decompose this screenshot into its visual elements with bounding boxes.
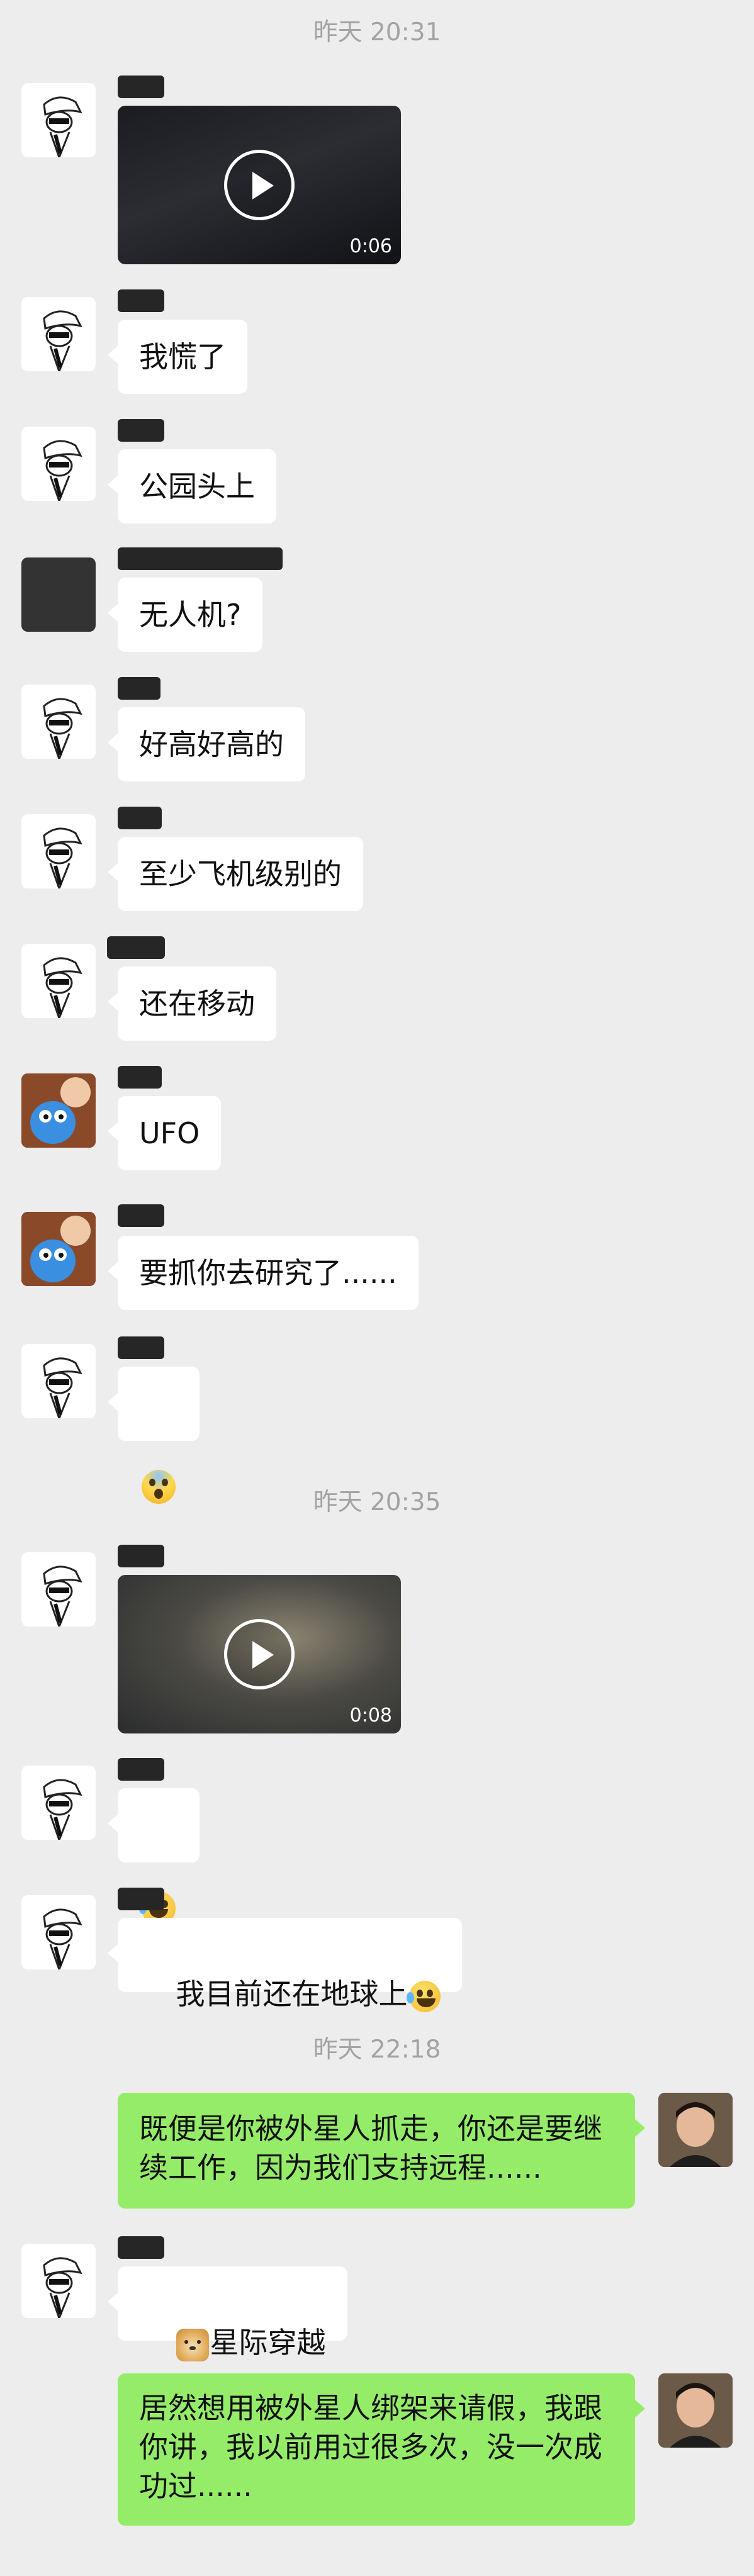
avatar[interactable] <box>21 2244 96 2318</box>
message-bubble[interactable]: 公园头上 <box>108 449 276 524</box>
message-bubble[interactable]: 要抓你去研究了...... <box>108 1236 419 1310</box>
avatar[interactable] <box>21 944 96 1018</box>
sender-name-redacted <box>118 1758 164 1781</box>
message-row: 居然想用被外星人绑架来请假，我跟你讲，我以前用过很多次，没一次成功过...... <box>0 2373 754 2531</box>
message-text: 我目前还在地球上 <box>176 1977 408 2011</box>
avatar[interactable] <box>21 1766 96 1840</box>
message-row: UFO <box>0 1066 754 1173</box>
blue-creature-avatar-icon <box>21 1212 96 1286</box>
sketch-avatar-icon <box>43 957 82 1018</box>
sender-name-redacted <box>118 76 164 98</box>
message-row: 我慌了 <box>0 289 754 396</box>
sender-name-redacted <box>118 547 283 570</box>
avatar[interactable] <box>21 1073 96 1148</box>
avatar[interactable] <box>21 685 96 759</box>
sender-name-redacted <box>118 807 162 829</box>
sketch-avatar-icon <box>43 698 82 759</box>
sketch-avatar-icon <box>43 310 82 371</box>
play-icon[interactable] <box>224 150 295 220</box>
avatar[interactable] <box>21 814 96 888</box>
message-row: 0:08 <box>0 1545 754 1740</box>
message-bubble[interactable] <box>108 1788 200 1925</box>
message-row: 还在移动 <box>0 936 754 1043</box>
sender-name-redacted <box>118 289 164 312</box>
video-duration: 0:06 <box>349 235 392 257</box>
message-bubble[interactable]: 既便是你被外星人抓走，你还是要继续工作，因为我们支持远程...... <box>118 2093 645 2209</box>
message-row: 无人机? <box>0 547 754 654</box>
sender-name-redacted <box>118 1888 164 1910</box>
sender-name-redacted <box>118 1336 164 1359</box>
timestamp: 昨天 22:18 <box>313 2036 441 2064</box>
message-bubble[interactable]: 我慌了 <box>108 320 247 394</box>
sketch-avatar-icon <box>43 827 82 888</box>
message-row <box>0 1758 754 1925</box>
avatar[interactable] <box>21 557 96 632</box>
avatar[interactable] <box>658 2373 733 2448</box>
avatar[interactable] <box>21 427 96 501</box>
avatar[interactable] <box>658 2093 733 2167</box>
rolling-laughing-face-icon <box>406 1980 441 2012</box>
sketch-avatar-icon <box>43 440 82 501</box>
sender-name-redacted <box>118 1066 162 1089</box>
message-row <box>0 1336 754 1504</box>
sender-name-redacted <box>118 2236 164 2259</box>
video-duration: 0:08 <box>349 1705 392 1727</box>
message-row: 我目前还在地球上 <box>0 1888 754 2012</box>
message-bubble[interactable]: 至少飞机级别的 <box>108 837 363 911</box>
message-bubble[interactable]: 还在移动 <box>108 966 276 1041</box>
blue-creature-avatar-icon <box>21 1073 96 1148</box>
message-bubble[interactable]: 好高好高的 <box>108 707 305 781</box>
message-row: 公园头上 <box>0 419 754 526</box>
sender-name-redacted <box>118 419 164 442</box>
avatar[interactable] <box>21 1895 96 1969</box>
avatar[interactable] <box>21 83 96 157</box>
message-bubble[interactable]: 我目前还在地球上 <box>108 1918 462 2012</box>
sender-name-redacted <box>118 1545 164 1567</box>
sketch-avatar-icon <box>43 1908 82 1969</box>
sender-name-redacted <box>107 936 165 959</box>
avatar[interactable] <box>21 1552 96 1627</box>
sketch-avatar-icon <box>43 2257 82 2318</box>
sketch-avatar-icon <box>43 1357 82 1418</box>
timestamp: 昨天 20:31 <box>313 18 441 47</box>
message-bubble[interactable]: 居然想用被外星人绑架来请假，我跟你讲，我以前用过很多次，没一次成功过...... <box>118 2373 645 2526</box>
video-message[interactable]: 0:08 <box>118 1575 401 1733</box>
message-row: 既便是你被外星人抓走，你还是要继续工作，因为我们支持远程...... <box>0 2093 754 2212</box>
avatar[interactable] <box>21 297 96 371</box>
message-row: 0:06 <box>0 76 754 271</box>
message-row: 星际穿越 <box>0 2236 754 2361</box>
message-bubble[interactable]: UFO <box>107 1096 222 1170</box>
sketch-avatar-icon <box>43 1779 82 1840</box>
avatar[interactable] <box>21 1212 96 1286</box>
message-text: 星际穿越 <box>210 2326 326 2360</box>
play-icon[interactable] <box>224 1619 295 1689</box>
video-message[interactable]: 0:06 <box>118 106 401 264</box>
sender-name-redacted <box>118 677 160 700</box>
message-row: 好高好高的 <box>0 677 754 784</box>
avatar[interactable] <box>21 1344 96 1418</box>
timestamp: 昨天 20:35 <box>313 1488 441 1516</box>
sender-name-redacted <box>118 1204 164 1227</box>
sketch-avatar-icon <box>43 96 82 157</box>
user-avatar-icon <box>658 2093 733 2167</box>
message-row: 要抓你去研究了...... <box>0 1204 754 1311</box>
message-row: 至少飞机级别的 <box>0 807 754 914</box>
message-bubble[interactable]: 无人机? <box>107 578 263 652</box>
user-avatar-icon <box>658 2373 733 2448</box>
message-bubble[interactable] <box>108 1367 200 1504</box>
doge-icon <box>176 2328 209 2361</box>
sketch-avatar-icon <box>43 1565 82 1627</box>
message-bubble[interactable]: 星际穿越 <box>108 2266 347 2361</box>
